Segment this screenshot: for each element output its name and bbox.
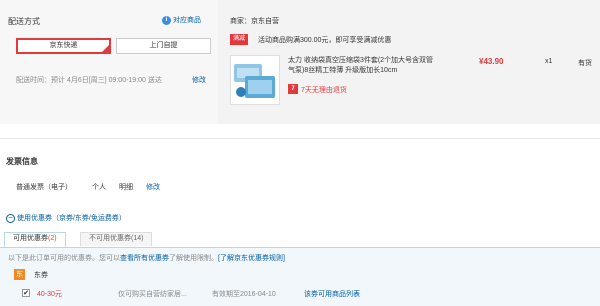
delivery-time: 配送时间：预计 4月6日[周三] 09:00-19:00 送达 [16, 77, 162, 84]
tab-count: (14) [131, 235, 144, 242]
product-quantity: x1 [545, 58, 553, 65]
tab-label: 可用优惠券 [13, 235, 48, 242]
coupon-category-label: 东券 [34, 272, 48, 279]
return-policy-text: 7天无理由退货 [301, 87, 347, 94]
help-link-group[interactable]: i 对应商品 [162, 15, 201, 25]
coupon-checkbox[interactable]: ✔ [22, 289, 30, 297]
coupon-toggle[interactable]: − 使用优惠券（京券/东券/免运费券） [6, 213, 126, 223]
vacuum-bag-image [234, 64, 275, 98]
coupon-panel: 以下是此订单可用的优惠券。您可以查看所有优惠券了解使用限制。[了解京东优惠券规则… [0, 247, 600, 306]
product-thumbnail[interactable] [230, 55, 280, 105]
delivery-time-modify-link[interactable]: 修改 [192, 75, 206, 85]
info-icon: i [162, 15, 171, 25]
invoice-type: 普通发票（电子） [16, 184, 72, 191]
view-all-coupons-link[interactable]: 查看所有优惠券 [120, 255, 169, 262]
merchant-panel: 商家：京东自营 满减 活动商品购满300.00元，即可享受满减优惠 太力 收纳袋… [218, 0, 600, 124]
product-stock: 有货 [578, 60, 592, 67]
coupon-expire: 有效期至2016-04-10 [212, 291, 276, 298]
tab-unavailable-coupons[interactable]: 不可用优惠券(14) [80, 232, 153, 246]
coupon-toggle-label: 使用优惠券（京券/东券/免运费券） [16, 215, 126, 222]
coupon-amount: 40-30元 [37, 291, 62, 298]
delivery-option-pickup[interactable]: 上门自提 [116, 38, 211, 54]
tab-label: 不可用优惠券 [89, 235, 131, 242]
notice-prefix: 以下是此订单可用的优惠券。您可以 [8, 255, 120, 262]
delivery-method-panel: 配送方式 i 对应商品 京东快递 上门自提 配送时间：预计 4月6日[周三] 0… [0, 0, 218, 124]
collapse-icon: − [6, 213, 15, 223]
coupon-product-list-link[interactable]: 该券可用商品列表 [304, 289, 360, 299]
delivery-option-label: 上门自提 [149, 42, 178, 49]
coupon-scope: 仅可购买自营纺家居... [118, 291, 187, 298]
notice-mid: 了解使用限制。 [169, 255, 218, 262]
delivery-title: 配送方式 [8, 17, 40, 26]
delivery-option-jd-express[interactable]: 京东快递 [16, 38, 111, 54]
product-name[interactable]: 太力 收纳袋真空压缩袋3件套(2个加大号含双管气泵)8丝精工特薄 升级版加长10… [288, 56, 438, 76]
help-link-text: 对应商品 [172, 17, 201, 24]
promo-text: 活动商品购满300.00元，即可享受满减优惠 [258, 37, 392, 44]
invoice-recipient: 个人 [92, 184, 106, 191]
promo-badge: 满减 [230, 34, 249, 45]
invoice-content: 明细 [119, 184, 133, 191]
invoice-title: 发票信息 [6, 157, 38, 166]
tab-count: (2) [48, 235, 57, 242]
delivery-option-label: 京东快递 [49, 42, 78, 49]
merchant-label: 商家：京东自营 [230, 18, 279, 25]
coupon-rules-link[interactable]: [了解京东优惠券规则] [218, 255, 285, 262]
dong-coupon-icon: 东 [14, 269, 25, 280]
tab-available-coupons[interactable]: 可用优惠券(2) [4, 232, 66, 247]
product-price: ¥43.90 [479, 57, 504, 66]
section-divider [0, 138, 600, 139]
invoice-modify-link[interactable]: 修改 [146, 182, 160, 192]
coupon-notice: 以下是此订单可用的优惠券。您可以查看所有优惠券了解使用限制。[了解京东优惠券规则… [8, 253, 285, 263]
return-policy-icon: 7 [288, 84, 298, 94]
